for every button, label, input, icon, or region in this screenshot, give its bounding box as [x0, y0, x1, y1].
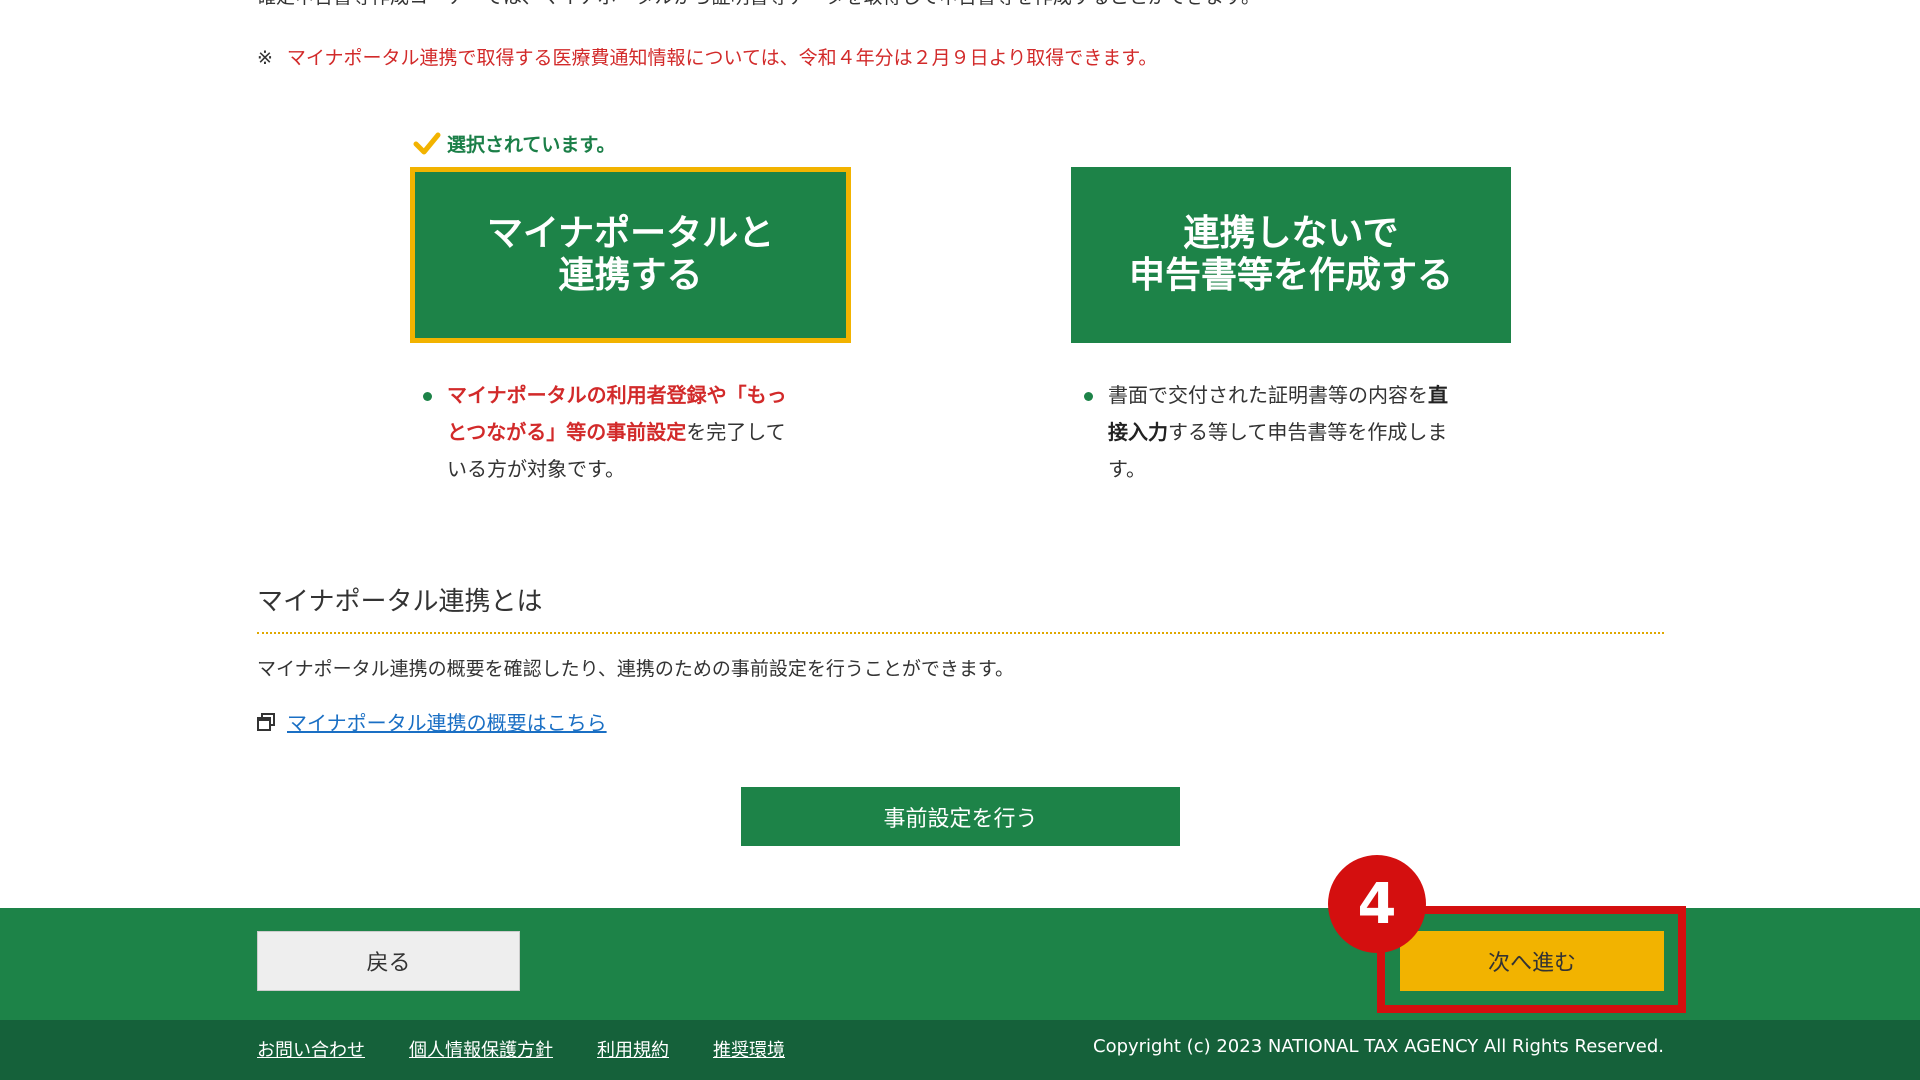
bullet-icon	[1084, 392, 1093, 401]
copyright: Copyright (c) 2023 NATIONAL TAX AGENCY A…	[1093, 1036, 1664, 1057]
desc-b-line1-bold: 直	[1428, 383, 1448, 407]
link-mynaportal-button[interactable]: マイナポータルと 連携する	[410, 167, 851, 343]
desc-a-line2-rest: を完了して	[686, 420, 786, 444]
footer-link-privacy[interactable]: 個人情報保護方針	[409, 1036, 553, 1062]
notice-mark: ※	[257, 47, 273, 69]
link-mynaportal-description: マイナポータルの利用者登録や「もっ とつながる」等の事前設定を完了して いる方が…	[423, 377, 823, 488]
desc-b-line2-rest: する等して申告書等を作成しま	[1168, 420, 1448, 444]
selected-indicator: 選択されています。	[413, 130, 616, 157]
intro-text: 確定申告書等作成コーナーでは、マイナポータルから証明書等データを取得して申告書等…	[257, 0, 1260, 10]
footer-link-contact[interactable]: お問い合わせ	[257, 1036, 365, 1062]
bullet-icon	[423, 392, 432, 401]
desc-a-line3: いる方が対象です。	[447, 457, 625, 481]
step-number-badge: 4	[1328, 855, 1426, 953]
overview-link-row: マイナポータル連携の概要はこちら	[257, 707, 607, 736]
overview-link[interactable]: マイナポータル連携の概要はこちら	[287, 707, 607, 736]
notice: ※ マイナポータル連携で取得する医療費通知情報については、令和４年分は２月９日より…	[257, 45, 1157, 71]
section-divider	[257, 632, 1664, 634]
section-title: マイナポータル連携とは	[257, 587, 543, 617]
desc-b-line2-bold: 接入力	[1108, 420, 1168, 444]
desc-b-line1: 書面で交付された証明書等の内容を	[1108, 383, 1428, 407]
create-without-link-button[interactable]: 連携しないで 申告書等を作成する	[1071, 167, 1511, 343]
desc-a-line2-red: とつながる」等の事前設定	[447, 420, 687, 444]
create-without-link-description: 書面で交付された証明書等の内容を直 接入力する等して申告書等を作成しま す。	[1084, 377, 1504, 488]
footer-link-environment[interactable]: 推奨環境	[713, 1036, 785, 1062]
section-text: マイナポータル連携の概要を確認したり、連携のための事前設定を行うことができます。	[257, 658, 1014, 680]
link-mynaportal-label: マイナポータルと 連携する	[486, 213, 775, 296]
next-button[interactable]: 次へ進む	[1400, 931, 1664, 991]
footer-links: お問い合わせ 個人情報保護方針 利用規約 推奨環境	[257, 1036, 785, 1062]
desc-b-line3: す。	[1108, 457, 1146, 481]
notice-text: マイナポータル連携で取得する医療費通知情報については、令和４年分は２月９日より取…	[286, 47, 1158, 69]
desc-a-line1: マイナポータルの利用者登録や「もっ	[447, 383, 787, 407]
pre-settings-button[interactable]: 事前設定を行う	[741, 787, 1180, 846]
footer-link-terms[interactable]: 利用規約	[597, 1036, 669, 1062]
new-window-icon	[257, 712, 275, 731]
checkmark-icon	[413, 132, 441, 154]
create-without-link-label: 連携しないで 申告書等を作成する	[1128, 213, 1453, 296]
back-button[interactable]: 戻る	[257, 931, 520, 991]
selected-label: 選択されています。	[447, 134, 616, 156]
